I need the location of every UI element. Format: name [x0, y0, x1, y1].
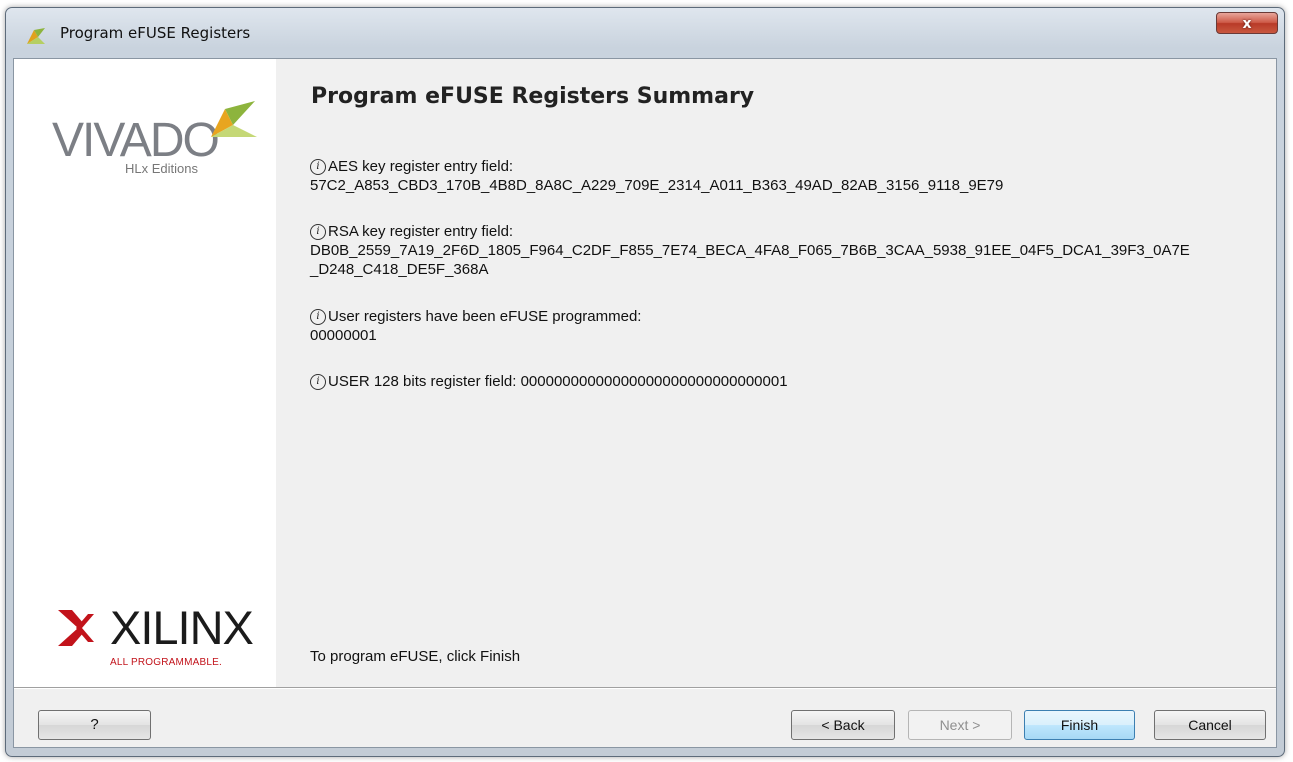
program-efuse-dialog: Program eFUSE Registers x VIVADO HLx Edi…	[5, 7, 1285, 757]
vivado-logo: VIVADO HLx Editions	[52, 97, 257, 187]
window-title: Program eFUSE Registers	[60, 24, 251, 42]
footer-instruction: To program eFUSE, click Finish	[310, 648, 521, 665]
user-128-bits-info: i USER 128 bits register field: 00000000…	[310, 372, 788, 391]
rsa-key-value-line-1: DB0B_2559_7A19_2F6D_1805_F964_C2DF_F855_…	[310, 242, 1190, 259]
info-icon: i	[310, 308, 326, 325]
info-icon: i	[310, 373, 326, 390]
aes-key-value: 57C2_A853_CBD3_170B_4B8D_8A8C_A229_709E_…	[310, 177, 1004, 194]
help-button[interactable]: ?	[38, 710, 151, 740]
aes-key-info: i AES key register entry field: 57C2_A85…	[310, 157, 1003, 195]
sidebar-panel: VIVADO HLx Editions XILINX ALL PROGRAMMA…	[14, 59, 276, 687]
vivado-logo-text: VIVADO	[52, 114, 220, 167]
cancel-button[interactable]: Cancel	[1154, 710, 1266, 740]
dialog-body: VIVADO HLx Editions XILINX ALL PROGRAMMA…	[13, 58, 1277, 748]
rsa-key-label: RSA key register entry field:	[328, 223, 514, 240]
button-bar-divider	[14, 687, 1276, 689]
aes-key-label: AES key register entry field:	[328, 158, 514, 175]
xilinx-logo-text: XILINX	[110, 601, 254, 654]
page-title: Program eFUSE Registers Summary	[311, 84, 755, 109]
xilinx-logo-tagline: ALL PROGRAMMABLE.	[110, 657, 222, 668]
close-button[interactable]: x	[1216, 12, 1278, 34]
summary-panel: Program eFUSE Registers Summary i AES ke…	[276, 59, 1276, 687]
xilinx-mark-icon	[58, 610, 94, 646]
finish-button[interactable]: Finish	[1024, 710, 1135, 740]
vivado-logo-subtitle: HLx Editions	[125, 161, 198, 176]
user-registers-info: i User registers have been eFUSE program…	[310, 307, 641, 345]
vivado-leaf-icon	[211, 101, 257, 137]
rsa-key-info: i RSA key register entry field: DB0B_255…	[310, 222, 1190, 279]
user-registers-value: 00000001	[310, 327, 377, 344]
close-icon: x	[1242, 16, 1252, 32]
xilinx-logo: XILINX ALL PROGRAMMABLE.	[58, 601, 254, 684]
vivado-app-icon	[27, 28, 45, 44]
info-icon: i	[310, 223, 326, 240]
next-button[interactable]: Next >	[908, 710, 1012, 740]
title-bar[interactable]: Program eFUSE Registers x	[6, 8, 1284, 58]
back-button[interactable]: < Back	[791, 710, 895, 740]
info-icon: i	[310, 158, 326, 175]
user-128-bits-label: USER 128 bits register field: 0000000000…	[328, 373, 788, 390]
user-registers-label: User registers have been eFUSE programme…	[328, 308, 642, 325]
rsa-key-value-line-2: _D248_C418_DE5F_368A	[310, 261, 489, 278]
